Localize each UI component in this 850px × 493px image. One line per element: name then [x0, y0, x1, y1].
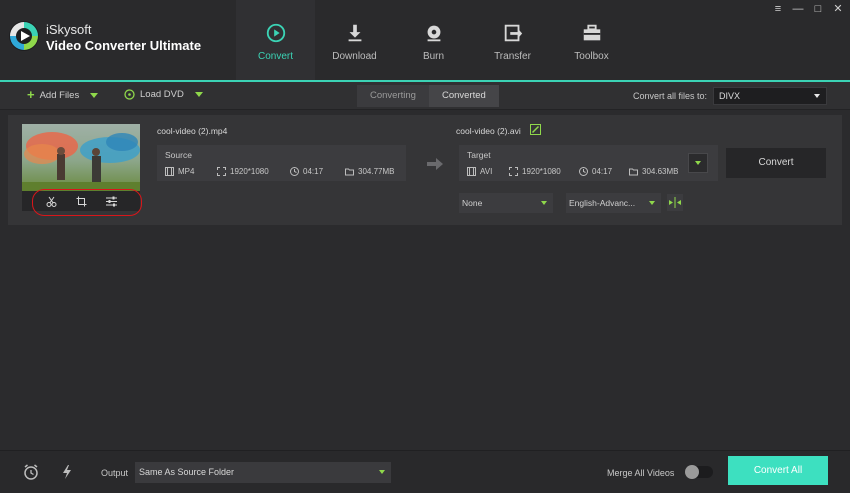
folder-icon — [629, 168, 638, 176]
target-format-value: AVI — [480, 167, 493, 176]
target-format-dropdown[interactable] — [688, 153, 708, 173]
product-name: Video Converter Ultimate — [46, 38, 202, 53]
menu-icon[interactable]: ≡ — [772, 3, 784, 15]
main-nav: Convert Download Burn Transfer Toolbox — [236, 0, 631, 80]
brand-name: iSkysoft — [46, 22, 92, 37]
film-icon — [467, 167, 476, 176]
tab-transfer[interactable]: Transfer — [473, 0, 552, 80]
subtitle-value: None — [462, 198, 483, 208]
add-files-label: Add Files — [39, 89, 80, 101]
source-duration: 04:17 — [290, 167, 323, 176]
clock-icon — [579, 167, 588, 176]
arrow-right-icon — [427, 158, 443, 170]
maximize-icon[interactable]: □ — [812, 3, 824, 15]
transfer-icon — [504, 24, 522, 42]
folder-icon — [345, 168, 354, 176]
chevron-down-icon — [541, 201, 547, 205]
status-tabs: Converting Converted — [357, 85, 499, 107]
download-icon — [348, 24, 361, 42]
file-row: cool-video (2).mp4 Source MP4 1920*1080 … — [8, 115, 842, 225]
audio-track-value: English-Advanc... — [569, 198, 636, 208]
source-format: MP4 — [165, 167, 194, 176]
tab-toolbox[interactable]: Toolbox — [552, 0, 631, 80]
window-controls: ≡ — □ ✕ — [772, 3, 844, 15]
merge-all-toggle[interactable] — [685, 465, 713, 479]
chevron-down-icon[interactable] — [90, 92, 99, 98]
target-duration: 04:17 — [579, 167, 612, 176]
convert-all-button[interactable]: Convert All — [728, 456, 828, 485]
add-files-button[interactable]: + Add Files — [27, 87, 99, 102]
target-resolution: 1920*1080 — [509, 167, 561, 176]
source-size: 304.77MB — [345, 167, 394, 176]
chevron-down-icon — [649, 201, 655, 205]
lightning-icon[interactable] — [59, 464, 75, 480]
merge-icon — [669, 197, 681, 208]
convert-all-to-label: Convert all files to: — [633, 91, 708, 101]
tab-download[interactable]: Download — [315, 0, 394, 80]
merge-all-label: Merge All Videos — [607, 468, 675, 478]
resolution-icon — [509, 167, 518, 176]
source-size-value: 304.77MB — [358, 167, 395, 176]
target-duration-value: 04:17 — [592, 167, 613, 176]
tab-transfer-label: Transfer — [494, 51, 531, 62]
minimize-icon[interactable]: — — [792, 3, 804, 15]
target-label: Target — [467, 150, 491, 160]
source-duration-value: 04:17 — [303, 167, 324, 176]
source-resolution-value: 1920*1080 — [230, 167, 269, 176]
tab-download-label: Download — [332, 51, 377, 62]
edit-name-icon[interactable] — [530, 124, 541, 135]
target-resolution-value: 1920*1080 — [522, 167, 561, 176]
chevron-down-icon — [814, 94, 820, 98]
tab-burn-label: Burn — [422, 51, 445, 62]
source-label: Source — [165, 150, 192, 160]
source-filename: cool-video (2).mp4 — [157, 126, 228, 136]
output-folder-value: Same As Source Folder — [139, 467, 235, 477]
audio-track-select[interactable]: English-Advanc... — [566, 193, 661, 213]
plus-icon: + — [27, 87, 35, 102]
load-dvd-label: Load DVD — [140, 89, 184, 100]
source-info: Source MP4 1920*1080 04:17 304.77MB — [157, 145, 406, 181]
tab-convert[interactable]: Convert — [236, 0, 315, 80]
toolbar: + Add Files Load DVD Converting Converte… — [0, 82, 850, 110]
app-header: iSkysoft Video Converter Ultimate Conver… — [0, 0, 850, 80]
target-filename: cool-video (2).avi — [456, 126, 521, 136]
convert-button[interactable]: Convert — [726, 148, 826, 178]
film-icon — [165, 167, 174, 176]
resolution-icon — [217, 167, 226, 176]
source-format-value: MP4 — [178, 167, 195, 176]
chevron-down-icon — [695, 161, 701, 165]
target-info[interactable]: Target AVI 1920*1080 04:17 304.63MB — [459, 145, 718, 181]
output-folder-select[interactable]: Same As Source Folder — [135, 462, 391, 483]
video-thumbnail[interactable] — [22, 124, 140, 191]
app-logo-icon — [9, 21, 39, 51]
brand: iSkysoft Video Converter Ultimate — [46, 22, 201, 54]
load-dvd-button[interactable]: Load DVD — [124, 89, 203, 100]
tab-burn[interactable]: Burn — [394, 0, 473, 80]
output-format-select[interactable]: DIVX — [713, 87, 827, 105]
output-label: Output — [101, 468, 129, 478]
toolbox-icon — [583, 24, 600, 41]
tab-converting[interactable]: Converting — [357, 85, 429, 107]
bottom-bar: Output Same As Source Folder Merge All V… — [0, 450, 850, 493]
toggle-knob — [685, 465, 699, 479]
tab-converted[interactable]: Converted — [428, 85, 499, 107]
subtitle-select[interactable]: None — [459, 193, 553, 213]
tab-convert-label: Convert — [257, 51, 293, 62]
output-format-value: DIVX — [719, 91, 741, 101]
tab-toolbox-label: Toolbox — [574, 51, 609, 62]
target-size: 304.63MB — [629, 167, 678, 176]
clock-icon — [290, 167, 299, 176]
chevron-down-icon — [379, 470, 385, 474]
merge-track-button[interactable] — [667, 194, 683, 211]
chevron-down-icon[interactable] — [194, 92, 203, 97]
target-format: AVI — [467, 167, 492, 176]
highlight-ring — [32, 189, 142, 216]
dvd-icon — [124, 89, 135, 100]
target-size-value: 304.63MB — [642, 167, 679, 176]
burn-icon — [427, 25, 440, 42]
convert-icon — [266, 23, 285, 43]
close-icon[interactable]: ✕ — [832, 3, 844, 15]
source-resolution: 1920*1080 — [217, 167, 269, 176]
alarm-clock-icon[interactable] — [23, 464, 39, 480]
